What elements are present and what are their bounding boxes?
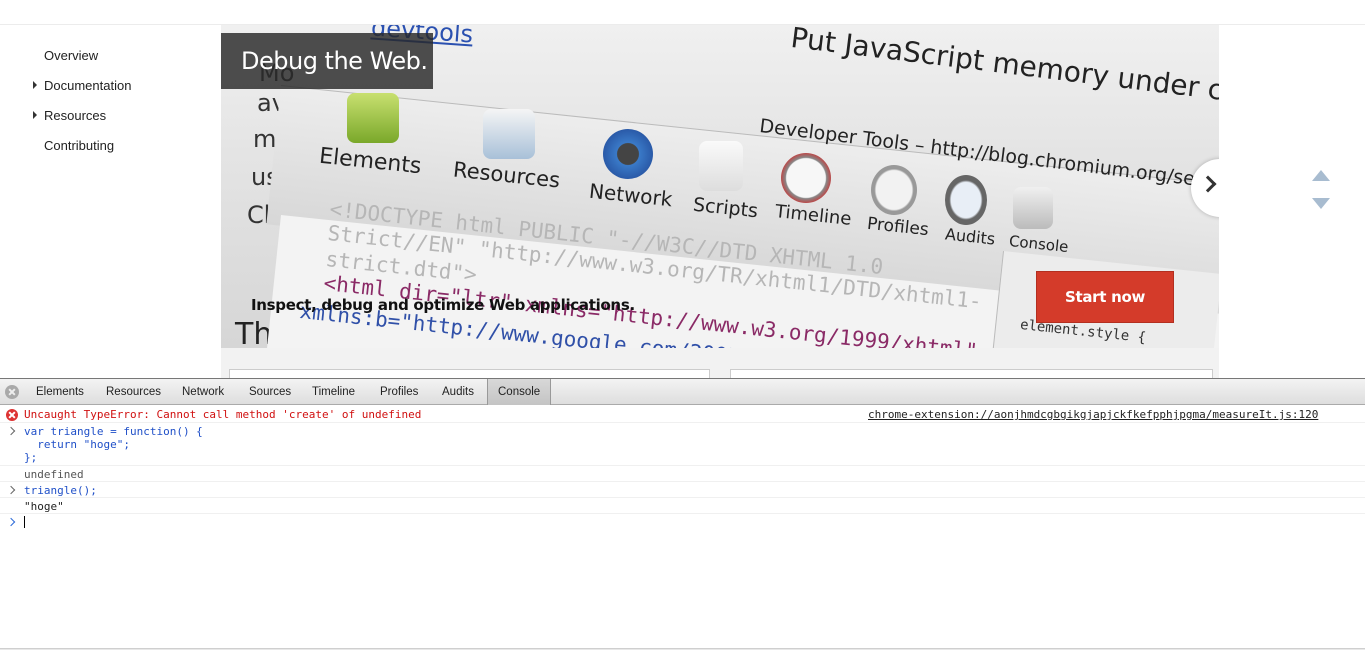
error-source-link[interactable]: chrome-extension://aonjhmdcgbgikgjapjckf… (868, 408, 1318, 421)
tab-console[interactable]: Console (487, 379, 552, 405)
nav-item-contributing[interactable]: Contributing (44, 138, 114, 153)
hero-carousel: devtools Put JavaScript memory under con… (221, 25, 1219, 348)
hero-title: Debug the Web. (221, 33, 433, 89)
content-cards (221, 348, 1219, 381)
console-input-line: var triangle = function() { (24, 425, 203, 438)
prompt-chevron-icon (6, 426, 16, 436)
tab-network[interactable]: Network (172, 379, 234, 405)
devtools-tab-bar: Elements Resources Network Sources Timel… (0, 378, 1365, 405)
nav-item-label: Documentation (44, 78, 132, 93)
nav-item-label: Contributing (44, 138, 115, 153)
scroll-arrows (1312, 170, 1330, 210)
console-input-line: }; (24, 451, 38, 464)
resources-icon (483, 109, 535, 159)
console-input-row: triangle(); (0, 482, 1365, 498)
tab-sources[interactable]: Sources (239, 379, 301, 405)
prompt-chevron-icon (6, 517, 16, 527)
console-prompt-row[interactable] (0, 514, 1365, 530)
nav-item-documentation[interactable]: Documentation (33, 78, 132, 93)
text-caret (24, 516, 25, 528)
console-error-row: Uncaught TypeError: Cannot call method '… (0, 406, 1365, 423)
console-output-text: undefined (24, 468, 84, 481)
audits-icon (945, 175, 987, 225)
scroll-down-arrow-icon[interactable] (1312, 198, 1330, 209)
network-icon (603, 129, 653, 179)
status-bar (0, 648, 1365, 650)
timeline-icon (781, 153, 831, 203)
console-output-text: "hoge" (24, 500, 64, 513)
console-input-line: return "hoge"; (24, 438, 130, 451)
expand-triangle-icon[interactable] (33, 111, 37, 119)
console-input-row: var triangle = function() { return "hoge… (0, 423, 1365, 466)
tab-elements[interactable]: Elements (26, 379, 94, 405)
hero-subtitle: Inspect, debug and optimize Web applicat… (251, 296, 635, 314)
tab-audits[interactable]: Audits (432, 379, 484, 405)
devtools-panel: Elements Resources Network Sources Timel… (0, 378, 1365, 652)
console-error-message: Uncaught TypeError: Cannot call method '… (24, 408, 422, 421)
profiles-icon (871, 165, 917, 215)
nav-item-label: Overview (44, 48, 99, 63)
tab-resources[interactable]: Resources (96, 379, 171, 405)
elements-icon (347, 93, 399, 143)
tab-timeline[interactable]: Timeline (302, 379, 365, 405)
console-output-row: "hoge" (0, 498, 1365, 514)
prompt-chevron-icon (6, 485, 16, 495)
console-icon (1013, 187, 1053, 229)
chevron-right-icon (1199, 175, 1217, 193)
error-icon (6, 409, 18, 421)
scripts-icon (699, 141, 743, 191)
start-now-button[interactable]: Start now (1036, 271, 1174, 323)
console-input-line: triangle(); (24, 484, 97, 497)
top-bar (0, 0, 1365, 25)
nav-item-overview[interactable]: Overview (44, 48, 98, 63)
console-output[interactable]: Uncaught TypeError: Cannot call method '… (0, 406, 1365, 652)
console-output-row: undefined (0, 466, 1365, 482)
scroll-up-arrow-icon[interactable] (1312, 170, 1330, 181)
tab-profiles[interactable]: Profiles (370, 379, 428, 405)
expand-triangle-icon[interactable] (33, 81, 37, 89)
nav-item-resources[interactable]: Resources (33, 108, 107, 123)
nav-item-label: Resources (44, 108, 107, 123)
close-icon[interactable] (5, 385, 19, 399)
